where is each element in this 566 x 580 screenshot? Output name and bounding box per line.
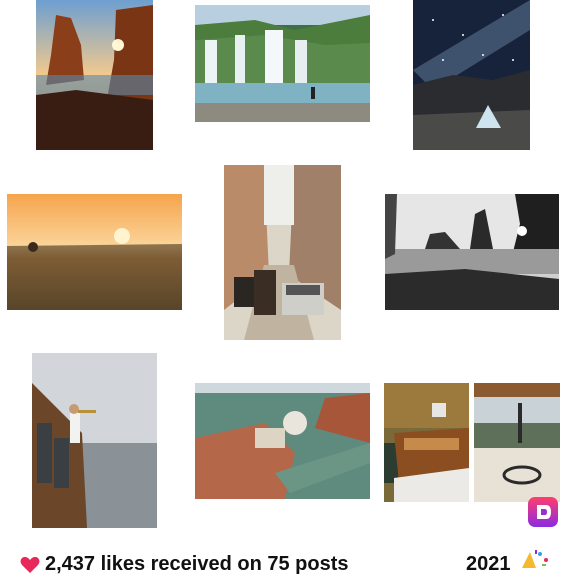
footer-bar: 2,437 likes received on 75 posts 2021 (0, 548, 566, 578)
photo-boat-deck[interactable] (474, 383, 560, 502)
heart-icon (20, 556, 40, 574)
photo-milky-way-tent[interactable] (413, 0, 530, 150)
photo-bw-coastline[interactable] (385, 194, 559, 310)
photo-street-vintage-car[interactable] (224, 165, 341, 340)
photo-coastal-rocks-sunset[interactable] (36, 0, 153, 150)
photo-boat-trumpet[interactable] (32, 353, 157, 528)
photo-venice-aerial[interactable] (195, 383, 370, 499)
photo-wooden-boat[interactable] (384, 383, 469, 502)
app-logo-icon (528, 497, 558, 527)
confetti-icon (518, 548, 552, 570)
year-label: 2021 (466, 553, 511, 575)
photo-waterfall[interactable] (195, 5, 370, 122)
likes-summary-text: 2,437 likes received on 75 posts (45, 553, 349, 575)
photo-balloons-sunrise[interactable] (7, 194, 182, 310)
